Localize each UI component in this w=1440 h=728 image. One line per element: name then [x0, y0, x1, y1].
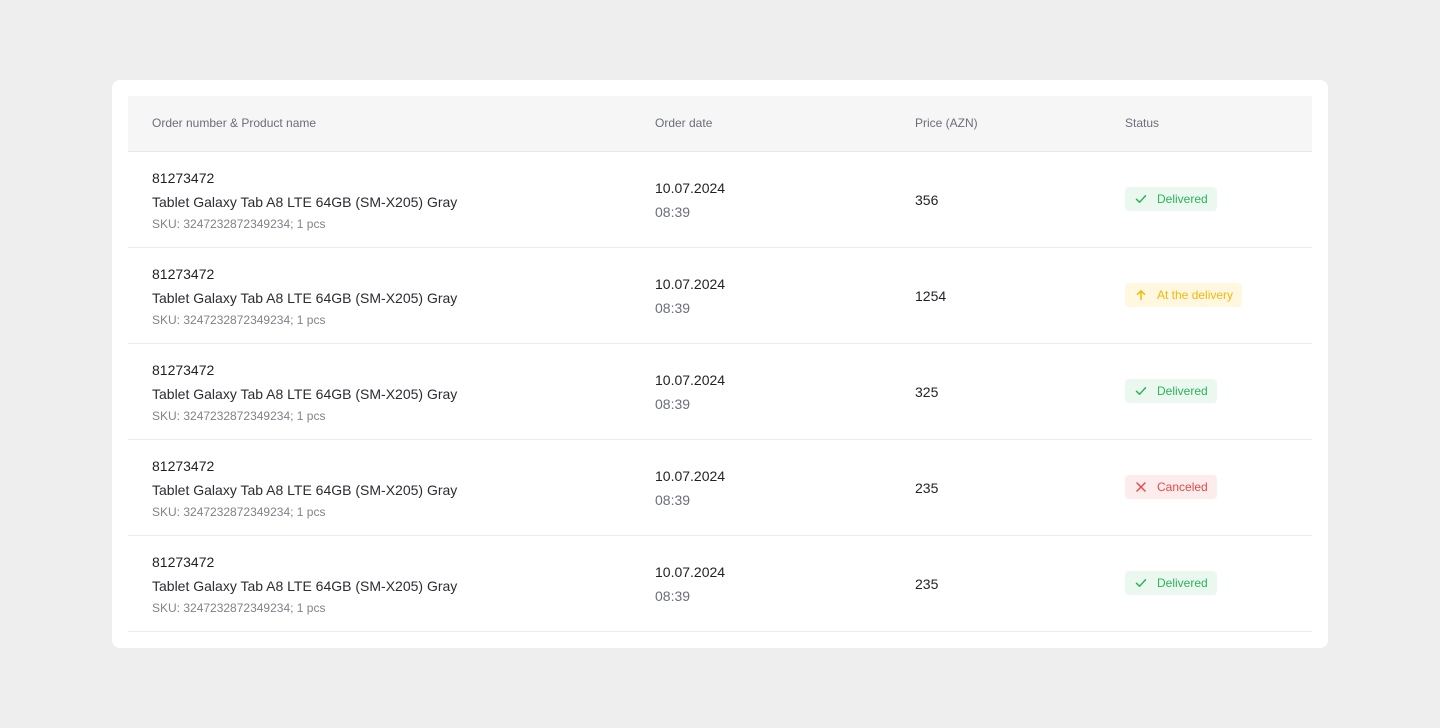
order-time: 08:39 — [655, 396, 691, 412]
product-name: Tablet Galaxy Tab A8 LTE 64GB (SM-X205) … — [152, 194, 458, 210]
product-sku: SKU: 3247232872349234; 1 pcs — [152, 313, 326, 327]
order-date: 10.07.2024 — [655, 180, 726, 196]
product-sku: SKU: 3247232872349234; 1 pcs — [152, 217, 326, 231]
table-row[interactable]: 81273472 Tablet Galaxy Tab A8 LTE 64GB (… — [128, 536, 1312, 632]
header-status: Status — [1125, 116, 1160, 130]
close-icon — [1134, 480, 1148, 494]
orders-table: Order number & Product name Order date P… — [128, 96, 1312, 632]
order-date: 10.07.2024 — [655, 372, 726, 388]
status-label: At the delivery — [1157, 288, 1234, 302]
order-price: 235 — [915, 576, 939, 592]
order-date: 10.07.2024 — [655, 276, 726, 292]
product-sku: SKU: 3247232872349234; 1 pcs — [152, 409, 326, 423]
order-number: 81273472 — [152, 266, 215, 282]
order-price: 356 — [915, 192, 939, 208]
header-order-date: Order date — [655, 116, 713, 130]
table-row[interactable]: 81273472 Tablet Galaxy Tab A8 LTE 64GB (… — [128, 440, 1312, 536]
product-sku: SKU: 3247232872349234; 1 pcs — [152, 505, 326, 519]
status-badge: Delivered — [1125, 187, 1217, 211]
product-name: Tablet Galaxy Tab A8 LTE 64GB (SM-X205) … — [152, 578, 458, 594]
check-icon — [1134, 192, 1148, 206]
check-icon — [1134, 384, 1148, 398]
order-time: 08:39 — [655, 204, 691, 220]
order-number: 81273472 — [152, 362, 215, 378]
status-label: Delivered — [1157, 384, 1208, 398]
order-price: 325 — [915, 384, 939, 400]
product-name: Tablet Galaxy Tab A8 LTE 64GB (SM-X205) … — [152, 482, 458, 498]
order-date: 10.07.2024 — [655, 564, 726, 580]
order-time: 08:39 — [655, 588, 691, 604]
status-badge: At the delivery — [1125, 283, 1243, 307]
order-price: 1254 — [915, 288, 947, 304]
status-badge: Delivered — [1125, 571, 1217, 595]
order-time: 08:39 — [655, 300, 691, 316]
check-icon — [1134, 576, 1148, 590]
header-price: Price (AZN) — [915, 116, 978, 130]
order-number: 81273472 — [152, 170, 215, 186]
order-price: 235 — [915, 480, 939, 496]
order-number: 81273472 — [152, 458, 215, 474]
product-sku: SKU: 3247232872349234; 1 pcs — [152, 601, 326, 615]
product-name: Tablet Galaxy Tab A8 LTE 64GB (SM-X205) … — [152, 290, 458, 306]
status-label: Delivered — [1157, 192, 1208, 206]
order-time: 08:39 — [655, 492, 691, 508]
table-row[interactable]: 81273472 Tablet Galaxy Tab A8 LTE 64GB (… — [128, 152, 1312, 248]
header-order-product: Order number & Product name — [152, 116, 317, 130]
status-label: Delivered — [1157, 576, 1208, 590]
order-date: 10.07.2024 — [655, 468, 726, 484]
product-name: Tablet Galaxy Tab A8 LTE 64GB (SM-X205) … — [152, 386, 458, 402]
arrow-up-icon — [1134, 288, 1148, 302]
status-badge: Delivered — [1125, 379, 1217, 403]
table-row[interactable]: 81273472 Tablet Galaxy Tab A8 LTE 64GB (… — [128, 344, 1312, 440]
orders-card: Order number & Product name Order date P… — [112, 80, 1328, 648]
status-label: Canceled — [1157, 480, 1208, 494]
table-header: Order number & Product name Order date P… — [128, 96, 1312, 152]
status-badge: Canceled — [1125, 475, 1217, 499]
table-row[interactable]: 81273472 Tablet Galaxy Tab A8 LTE 64GB (… — [128, 248, 1312, 344]
order-number: 81273472 — [152, 554, 215, 570]
